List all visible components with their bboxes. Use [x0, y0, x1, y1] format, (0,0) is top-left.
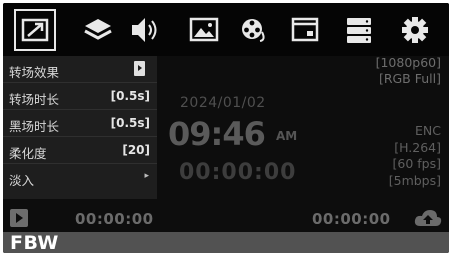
menu-item-fade-in[interactable]: 淡入 ▸	[3, 164, 157, 191]
transition-menu: 转场效果 转场时长 [0.5s] 黑场时长 [0.5s] 柔化度 [20] 淡入…	[3, 56, 157, 199]
footer-bar: FBW	[3, 232, 449, 253]
encoder-label: ENC	[415, 123, 441, 138]
menu-item-label: 黑场时长	[9, 119, 60, 134]
footer-label: FBW	[10, 232, 59, 253]
fps-text: [60 fps]	[392, 156, 441, 171]
cloud-upload-icon[interactable]	[414, 209, 442, 227]
menu-item-transition-effect[interactable]: 转场效果	[3, 56, 157, 83]
menu-item-value: [20]	[122, 143, 150, 157]
camera-screen: [1080p60] [RGB Full] 2024/01/02 09:46 AM…	[3, 3, 449, 253]
menu-item-value: [0.5s]	[110, 89, 150, 103]
top-toolbar	[3, 3, 449, 56]
image-icon	[189, 17, 219, 42]
playback-statusbar: 00:00:00 00:00:00	[3, 205, 449, 231]
toggle-icon[interactable]	[134, 61, 145, 76]
menu-item-softness[interactable]: 柔化度 [20]	[3, 137, 157, 164]
menu-item-label: 柔化度	[9, 146, 47, 161]
menu-item-transition-duration[interactable]: 转场时长 [0.5s]	[3, 83, 157, 110]
play-icon[interactable]	[10, 209, 28, 227]
toolbar-film-button[interactable]	[233, 9, 275, 51]
window-icon	[291, 17, 319, 42]
menu-item-black-duration[interactable]: 黑场时长 [0.5s]	[3, 110, 157, 137]
storage-icon	[347, 18, 371, 43]
encoder-status: ENC [H.264] [60 fps] [5mbps]	[389, 123, 441, 189]
bitrate-text: [5mbps]	[388, 172, 441, 188]
toolbar-expand-button[interactable]	[14, 9, 56, 51]
toolbar-image-button[interactable]	[183, 9, 225, 51]
chevron-right-icon: ▸	[144, 171, 149, 181]
color-format-text: [RGB Full]	[378, 71, 441, 86]
speaker-icon	[132, 18, 157, 42]
toolbar-window-button[interactable]	[284, 9, 326, 51]
gear-icon	[402, 17, 428, 43]
menu-item-label: 转场时长	[9, 92, 60, 107]
expand-icon	[21, 18, 49, 42]
resolution-text: [1080p60]	[375, 55, 441, 70]
codec-text: [H.264]	[394, 139, 441, 155]
toolbar-storage-button[interactable]	[338, 9, 380, 51]
film-reel-icon	[242, 19, 265, 42]
toolbar-settings-button[interactable]	[395, 9, 437, 51]
video-format-status: [1080p60] [RGB Full]	[376, 55, 441, 87]
center-timecode: 00:00:00	[179, 160, 297, 185]
record-timecode: 00:00:00	[312, 210, 391, 228]
layers-icon	[84, 19, 112, 40]
toolbar-layers-button[interactable]	[77, 9, 119, 51]
menu-item-label: 淡入	[9, 173, 35, 188]
menu-item-label: 转场效果	[9, 65, 60, 80]
date-display: 2024/01/02	[180, 95, 266, 111]
toolbar-audio-button[interactable]	[124, 9, 166, 51]
menu-item-value: [0.5s]	[110, 116, 150, 130]
playback-timecode: 00:00:00	[75, 210, 154, 228]
ampm-indicator: AM	[276, 129, 298, 143]
time-display: 09:46	[168, 115, 266, 153]
